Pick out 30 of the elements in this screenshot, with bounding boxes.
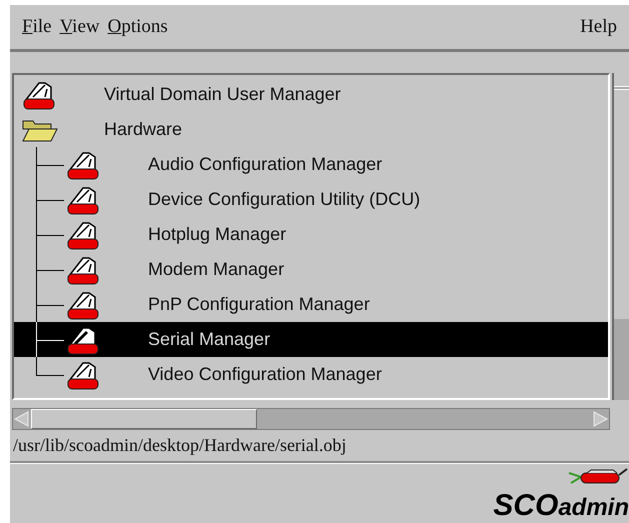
tree-item[interactable]: Hardware (14, 112, 608, 147)
item-label: Video Configuration Manager (148, 363, 382, 386)
tree-item[interactable]: Modem Manager (14, 252, 608, 287)
item-label: Device Configuration Utility (DCU) (148, 188, 420, 211)
item-label: Modem Manager (148, 258, 284, 281)
item-label: PnP Configuration Manager (148, 293, 370, 316)
item-label: Hotplug Manager (148, 223, 286, 246)
tree-item[interactable]: Virtual Domain User Manager (14, 77, 608, 112)
item-label: Hardware (104, 118, 182, 141)
logo-brand: SCO (493, 491, 558, 521)
horizontal-scrollbar[interactable] (12, 408, 610, 430)
item-label: Virtual Domain User Manager (104, 83, 341, 106)
menu-item[interactable]: Options (108, 12, 168, 42)
vertical-scrollbar[interactable] (612, 73, 629, 400)
menu-item[interactable]: View (60, 12, 100, 42)
scroll-left-icon[interactable] (13, 410, 31, 428)
logo-product: admin (558, 496, 629, 520)
scroll-thumb[interactable] (31, 409, 257, 429)
status-path: /usr/lib/scoadmin/desktop/Hardware/serial.obj (13, 434, 346, 457)
tree-item[interactable]: PnP Configuration Manager (14, 287, 608, 322)
scroll-right-icon[interactable] (591, 410, 609, 428)
help-menu[interactable]: Help (580, 16, 617, 37)
tree-item[interactable]: Hotplug Manager (14, 217, 608, 252)
tree-item[interactable]: Device Configuration Utility (DCU) (14, 182, 608, 217)
tree-item[interactable]: Serial Manager (14, 322, 608, 357)
tree-item[interactable]: Video Configuration Manager (14, 357, 608, 392)
tree-item[interactable]: Audio Configuration Manager (14, 147, 608, 182)
menu-item[interactable]: File (22, 12, 52, 42)
item-label: Serial Manager (148, 328, 270, 351)
item-label: Audio Configuration Manager (148, 153, 382, 176)
